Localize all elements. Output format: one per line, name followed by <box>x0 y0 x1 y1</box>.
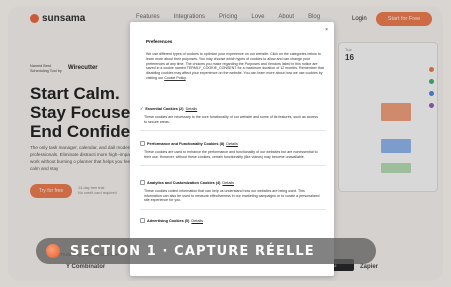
toggle-checkbox[interactable] <box>140 180 145 185</box>
section-header[interactable]: ✓ Essential Cookies (2) Details <box>140 106 326 111</box>
banner-text: SECTION 1 · CAPTURE RÉELLE <box>70 243 315 259</box>
cookie-policy-link[interactable]: Cookie Policy <box>164 76 186 80</box>
screenshot-frame: sunsama Features Integrations Pricing Lo… <box>8 6 443 281</box>
checkmark-icon: ✓ <box>140 106 144 111</box>
essential-cookies-section: ✓ Essential Cookies (2) Details These co… <box>140 106 326 132</box>
divider <box>140 165 326 167</box>
section-title: Advertising Cookies (0) <box>147 218 190 223</box>
details-link[interactable]: Details <box>191 219 203 223</box>
advertising-cookies-section: Advertising Cookies (0) Details <box>140 218 326 223</box>
section-header[interactable]: Performance and Functionality Cookies (8… <box>140 141 326 146</box>
section-title: Performance and Functionality Cookies (8… <box>147 141 225 146</box>
section-title: Essential Cookies (2) <box>145 106 184 111</box>
modal-intro: We use different types of cookies to opt… <box>146 52 324 80</box>
section-description: These cookies collect information that c… <box>144 189 320 203</box>
close-icon[interactable]: × <box>325 27 328 33</box>
section-description: These cookies are used to enhance the pe… <box>144 150 318 159</box>
toggle-checkbox[interactable] <box>140 218 145 223</box>
divider <box>140 208 326 210</box>
section-description: These cookies are necessary to the core … <box>144 115 318 124</box>
analytics-cookies-section: Analytics and Customization Cookies (4) … <box>140 180 326 210</box>
toggle-checkbox[interactable] <box>140 141 145 146</box>
section-header[interactable]: Analytics and Customization Cookies (4) … <box>140 180 326 185</box>
orange-dot-icon <box>46 244 60 258</box>
section-caption-banner: SECTION 1 · CAPTURE RÉELLE <box>36 238 376 264</box>
details-link[interactable]: Details <box>186 107 198 111</box>
divider <box>140 130 326 132</box>
section-title: Analytics and Customization Cookies (4) <box>147 180 221 185</box>
section-header[interactable]: Advertising Cookies (0) Details <box>140 218 326 223</box>
details-link[interactable]: Details <box>226 142 238 146</box>
performance-cookies-section: Performance and Functionality Cookies (8… <box>140 141 326 167</box>
details-link[interactable]: Details <box>222 181 234 185</box>
modal-title: Preferences <box>146 39 173 44</box>
